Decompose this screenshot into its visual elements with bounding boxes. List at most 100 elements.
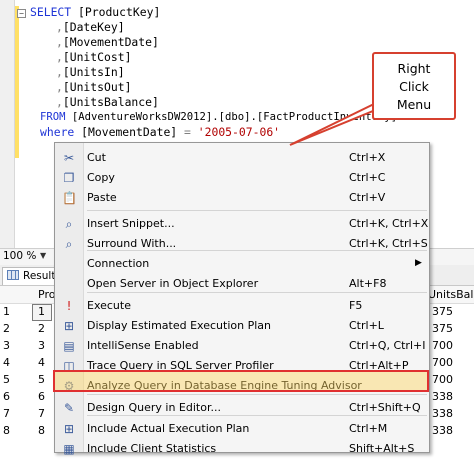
code-line-4: ,[UnitCost]	[56, 50, 131, 65]
column-header-unitsbalance[interactable]: UnitsBala	[428, 288, 474, 301]
sql-identifier: [UnitCost]	[62, 50, 132, 64]
table-cell-unitsbalance[interactable]: 700	[432, 356, 453, 369]
sql-string: '2005-07-06'	[197, 125, 281, 139]
surround-icon: ⌕	[65, 237, 73, 251]
table-cell-productkey[interactable]: 8	[38, 424, 45, 437]
plan-icon: ⊞	[63, 319, 75, 333]
sql-identifier: [UnitsOut]	[62, 80, 132, 94]
code-line-3: ,[MovementDate]	[56, 35, 159, 50]
sql-punct: ,	[56, 65, 63, 79]
row-number[interactable]: 5	[3, 373, 10, 386]
zoom-level[interactable]: 100 %	[3, 250, 36, 262]
row-number[interactable]: 7	[3, 407, 10, 420]
table-cell-unitsbalance[interactable]: 700	[432, 339, 453, 352]
callout-box: Right Click Menu	[372, 52, 456, 120]
menu-item-design-query-in-editor[interactable]: ✎ Design Query in Editor... Ctrl+Shift+Q	[55, 398, 429, 418]
menu-item-display-estimated-execution-plan[interactable]: ⊞ Display Estimated Execution Plan Ctrl+L	[55, 316, 429, 336]
menu-separator	[87, 210, 427, 211]
code-line-9: where [MovementDate] = '2005-07-06'	[40, 125, 280, 140]
collapse-outline-icon[interactable]: −	[17, 9, 26, 18]
table-cell-productkey[interactable]: 7	[38, 407, 45, 420]
chevron-down-icon[interactable]: ▼	[40, 251, 46, 260]
menu-item-cut[interactable]: ✂ Cut Ctrl+X	[55, 148, 429, 168]
menu-item-shortcut: Ctrl+V	[349, 191, 386, 204]
menu-item-label: Execute	[87, 299, 131, 312]
sql-identifier: [ProductKey]	[78, 5, 161, 19]
table-cell-productkey[interactable]: 3	[38, 339, 45, 352]
design-query-icon: ✎	[63, 401, 75, 415]
code-line-8: FROM [AdventureWorksDW2012].[dbo].[FactP…	[40, 110, 397, 125]
table-cell-productkey[interactable]: 6	[38, 390, 45, 403]
row-number[interactable]: 6	[3, 390, 10, 403]
menu-item-intellisense-enabled[interactable]: ▤ IntelliSense Enabled Ctrl+Q, Ctrl+I	[55, 336, 429, 356]
code-line-6: ,[UnitsOut]	[56, 80, 131, 95]
paste-icon: 📋	[62, 191, 77, 205]
menu-item-shortcut: Ctrl+K, Ctrl+X	[349, 217, 429, 230]
scissors-icon: ✂	[63, 151, 75, 165]
code-line-5: ,[UnitsIn]	[56, 65, 125, 80]
menu-item-shortcut: Ctrl+L	[349, 319, 384, 332]
table-cell-unitsbalance[interactable]: 375	[432, 322, 453, 335]
snippet-icon: ⌕	[65, 217, 73, 231]
context-menu: ✂ Cut Ctrl+X ❐ Copy Ctrl+C 📋 Paste Ctrl+V ⌕ Insert…	[54, 142, 430, 456]
sql-keyword: where	[40, 125, 82, 139]
row-number[interactable]: 3	[3, 339, 10, 352]
row-number[interactable]: 2	[3, 322, 10, 335]
sql-identifier: [MovementDate]	[62, 35, 159, 49]
grid-icon	[7, 270, 19, 280]
menu-item-surround-with[interactable]: ⌕ Surround With... Ctrl+K, Ctrl+S	[55, 234, 429, 254]
menu-item-execute[interactable]: ! Execute F5	[55, 296, 429, 316]
menu-item-shortcut: Alt+F8	[349, 277, 387, 290]
table-cell-productkey[interactable]: 2	[38, 322, 45, 335]
menu-item-include-actual-execution-plan[interactable]: ⊞ Include Actual Execution Plan Ctrl+M	[55, 419, 429, 439]
callout-line-3: Menu	[396, 97, 432, 112]
menu-item-copy[interactable]: ❐ Copy Ctrl+C	[55, 168, 429, 188]
table-cell-productkey[interactable]: 1	[38, 305, 45, 318]
sql-punct: ,	[56, 50, 63, 64]
menu-item-paste[interactable]: 📋 Paste Ctrl+V	[55, 188, 429, 208]
row-number[interactable]: 4	[3, 356, 10, 369]
menu-item-label: Open Server in Object Explorer	[87, 277, 259, 290]
menu-item-shortcut: Ctrl+X	[349, 151, 386, 164]
table-cell-unitsbalance[interactable]: 338	[432, 424, 453, 437]
table-cell-unitsbalance[interactable]: 700	[432, 373, 453, 386]
sql-punct: ,	[56, 20, 63, 34]
table-cell-unitsbalance[interactable]: 338	[432, 407, 453, 420]
client-stats-icon: ▦	[63, 442, 75, 456]
menu-item-label: Insert Snippet...	[87, 217, 175, 230]
change-indicator-bar	[15, 6, 19, 158]
menu-item-shortcut: Ctrl+M	[349, 422, 388, 435]
sql-punct: ,	[56, 35, 63, 49]
table-cell-productkey[interactable]: 5	[38, 373, 45, 386]
table-cell-unitsbalance[interactable]: 375	[432, 305, 453, 318]
sql-keyword: SELECT	[30, 5, 79, 19]
menu-item-label: Display Estimated Execution Plan	[87, 319, 271, 332]
execute-icon: !	[66, 299, 72, 313]
sql-punct: ,	[56, 80, 63, 94]
sql-identifier: [MovementDate]	[81, 125, 185, 139]
menu-item-label: Paste	[87, 191, 117, 204]
menu-item-label: Include Client Statistics	[87, 442, 217, 455]
menu-item-label: Connection	[87, 257, 150, 270]
menu-item-label: IntelliSense Enabled	[87, 339, 199, 352]
sql-punct: =	[184, 125, 198, 139]
table-cell-unitsbalance[interactable]: 338	[432, 390, 453, 403]
row-number[interactable]: 8	[3, 424, 10, 437]
sql-identifier: [UnitsIn]	[62, 65, 125, 79]
menu-item-open-server-in-object-explorer[interactable]: Open Server in Object Explorer Alt+F8	[55, 274, 429, 294]
sql-identifier: [UnitsBalance]	[62, 95, 159, 109]
sql-identifier: [AdventureWorksDW2012].[dbo].[FactProduc…	[71, 111, 398, 123]
sql-punct: ,	[56, 95, 63, 109]
menu-item-label: Surround With...	[87, 237, 177, 250]
table-cell-productkey[interactable]: 4	[38, 356, 45, 369]
row-number[interactable]: 1	[3, 305, 10, 318]
menu-item-shortcut: Ctrl+K, Ctrl+S	[349, 237, 428, 250]
menu-item-label: Copy	[87, 171, 115, 184]
sql-identifier: [DateKey]	[62, 20, 125, 34]
menu-item-insert-snippet[interactable]: ⌕ Insert Snippet... Ctrl+K, Ctrl+X	[55, 214, 429, 234]
column-header-productkey[interactable]: Pro	[38, 288, 55, 301]
intellisense-icon: ▤	[63, 339, 75, 353]
menu-item-include-client-statistics[interactable]: ▦ Include Client Statistics Shift+Alt+S	[55, 439, 429, 459]
code-line-2: ,[DateKey]	[56, 20, 125, 35]
menu-item-connection[interactable]: Connection ▶	[55, 254, 429, 274]
